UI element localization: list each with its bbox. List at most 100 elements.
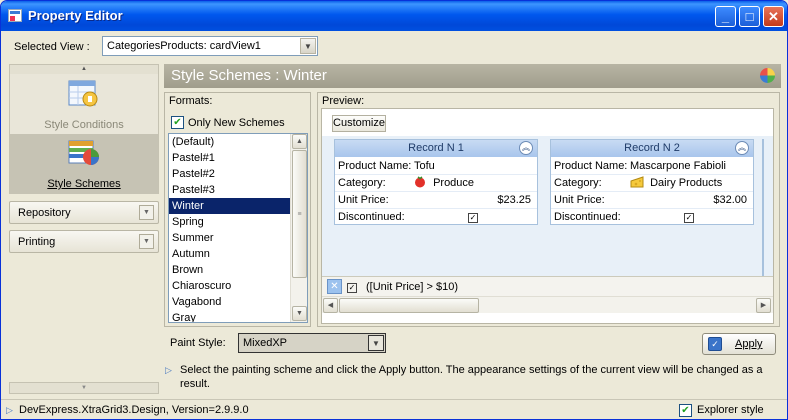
list-item[interactable]: Autumn bbox=[169, 246, 290, 262]
property-editor-window: Property Editor _ □ ✕ Selected View : Ca… bbox=[0, 0, 788, 420]
chevron-down-icon[interactable]: ▼ bbox=[300, 38, 316, 54]
hint-text: Select the painting scheme and click the… bbox=[180, 364, 763, 390]
paint-style-combo[interactable]: MixedXP ▼ bbox=[238, 333, 386, 353]
status-bar: ▷ DevExpress.XtraGrid3.Design, Version=2… bbox=[1, 399, 787, 419]
category-cell: Dairy Products bbox=[630, 175, 722, 191]
chevron-down-icon[interactable]: ▼ bbox=[368, 335, 384, 351]
selected-view-combo[interactable]: CategoriesProducts: cardView1 ▼ bbox=[102, 36, 318, 56]
formats-list[interactable]: (Default) Pastel#1 Pastel#2 Pastel#3 Win… bbox=[168, 133, 308, 323]
version-text: DevExpress.XtraGrid3.Design, Version=2.9… bbox=[19, 404, 249, 416]
palette-icon bbox=[760, 68, 775, 83]
filter-enable-checkbox[interactable]: ✓ bbox=[347, 281, 357, 293]
card-row: Unit Price: $32.00 bbox=[554, 192, 750, 208]
apply-button[interactable]: ✓ Apply bbox=[702, 333, 776, 355]
field-value: $32.00 bbox=[713, 194, 747, 206]
close-button[interactable]: ✕ bbox=[763, 6, 784, 27]
scroll-thumb[interactable] bbox=[339, 298, 479, 313]
nav-scroll-down-button[interactable]: ▼ bbox=[9, 382, 159, 394]
card-header: Record N 2 bbox=[551, 140, 753, 157]
card-view: Record N 1 ︽ Product Name: Tofu Category… bbox=[322, 136, 773, 276]
field-label: Product Name: bbox=[338, 160, 412, 172]
selected-view-label: Selected View : bbox=[14, 41, 90, 53]
card-record-2[interactable]: Record N 2 ︽ Product Name: Mascarpone Fa… bbox=[550, 139, 754, 225]
app-icon bbox=[8, 9, 22, 22]
field-label: Product Name: bbox=[554, 160, 628, 172]
preview-caption: Preview: bbox=[322, 95, 365, 107]
field-value: $23.25 bbox=[497, 194, 531, 206]
nav-group: ▲ Style Conditions Style Schemes bbox=[9, 64, 159, 194]
field-value: Tofu bbox=[414, 160, 435, 172]
paint-style-value: MixedXP bbox=[243, 337, 288, 349]
list-item[interactable]: Summer bbox=[169, 230, 290, 246]
customize-button[interactable]: Customize bbox=[332, 115, 386, 132]
group-label: Repository bbox=[18, 207, 71, 219]
list-item-selected[interactable]: Winter bbox=[169, 198, 290, 214]
list-item[interactable]: Brown bbox=[169, 262, 290, 278]
field-value: Dairy Products bbox=[650, 177, 723, 189]
list-item[interactable]: Pastel#3 bbox=[169, 182, 290, 198]
field-label: Category: bbox=[338, 177, 386, 189]
preview-area: Customize Record N 1 ︽ Product Name: Tof… bbox=[321, 108, 774, 324]
explorer-style-checkbox[interactable]: ✔ bbox=[679, 404, 692, 417]
formats-panel: Formats: ✔ Only New Schemes (Default) Pa… bbox=[164, 92, 311, 327]
discontinued-checkbox[interactable]: ✓ bbox=[468, 209, 478, 225]
apply-label: Apply bbox=[735, 338, 763, 350]
scroll-down-icon[interactable]: ▼ bbox=[292, 306, 307, 321]
card-row: Unit Price: $23.25 bbox=[338, 192, 534, 208]
filter-text: ([Unit Price] > $10) bbox=[366, 281, 459, 293]
card-edge bbox=[762, 139, 764, 276]
field-label: Category: bbox=[554, 177, 602, 189]
only-new-schemes-checkbox[interactable]: ✔ bbox=[171, 116, 184, 129]
tomato-icon bbox=[415, 176, 425, 188]
collapse-icon[interactable]: ︽ bbox=[519, 141, 533, 155]
list-item[interactable]: Chiaroscuro bbox=[169, 278, 290, 294]
field-label: Unit Price: bbox=[338, 194, 389, 206]
group-printing[interactable]: Printing ▼ bbox=[9, 230, 159, 253]
formats-scrollbar[interactable]: ▲ ≡ ▼ bbox=[290, 134, 307, 322]
scroll-thumb[interactable]: ≡ bbox=[292, 150, 307, 278]
minimize-button[interactable]: _ bbox=[715, 6, 736, 27]
nav-item-style-conditions[interactable]: Style Conditions bbox=[10, 74, 158, 134]
card-record-1[interactable]: Record N 1 ︽ Product Name: Tofu Category… bbox=[334, 139, 538, 225]
card-row: Discontinued: ✓ bbox=[554, 209, 750, 225]
category-cell: Produce bbox=[414, 175, 474, 191]
selected-view-value: CategoriesProducts: cardView1 bbox=[107, 40, 261, 52]
preview-hscrollbar[interactable]: ◀ ▶ bbox=[322, 296, 773, 313]
status-arrow-icon: ▷ bbox=[6, 405, 13, 415]
only-new-schemes-label: Only New Schemes bbox=[188, 117, 285, 129]
formats-caption: Formats: bbox=[169, 95, 213, 107]
list-item[interactable]: Gray bbox=[169, 310, 290, 322]
field-label: Unit Price: bbox=[554, 194, 605, 206]
nav-item-label: Style Conditions bbox=[44, 119, 124, 131]
collapse-icon[interactable]: ︽ bbox=[735, 141, 749, 155]
filter-panel: ✕ ✓ ([Unit Price] > $10) bbox=[322, 276, 773, 296]
field-value: Produce bbox=[433, 177, 475, 189]
list-item[interactable]: Spring bbox=[169, 214, 290, 230]
maximize-button[interactable]: □ bbox=[739, 6, 760, 27]
close-filter-icon[interactable]: ✕ bbox=[327, 279, 342, 294]
title-bar[interactable]: Property Editor _ □ ✕ bbox=[1, 1, 787, 31]
style-conditions-icon bbox=[68, 80, 98, 107]
scroll-left-icon[interactable]: ◀ bbox=[323, 298, 338, 313]
list-item[interactable]: Vagabond bbox=[169, 294, 290, 310]
scroll-up-icon[interactable]: ▲ bbox=[292, 134, 307, 149]
list-item[interactable]: Pastel#1 bbox=[169, 150, 290, 166]
discontinued-checkbox[interactable]: ✓ bbox=[684, 209, 694, 225]
list-item[interactable]: (Default) bbox=[169, 134, 290, 150]
nav-scroll-up-button[interactable]: ▲ bbox=[10, 65, 158, 74]
page-header: Style Schemes : Winter bbox=[164, 64, 781, 88]
style-schemes-icon bbox=[68, 140, 99, 165]
window-title: Property Editor bbox=[28, 8, 123, 23]
group-repository[interactable]: Repository ▼ bbox=[9, 201, 159, 224]
card-header: Record N 1 bbox=[335, 140, 537, 157]
list-item[interactable]: Pastel#2 bbox=[169, 166, 290, 182]
card-row: Product Name: Tofu bbox=[338, 158, 534, 174]
chevron-down-icon[interactable]: ▼ bbox=[139, 205, 154, 220]
chevron-down-icon[interactable]: ▼ bbox=[139, 234, 154, 249]
field-label: Discontinued: bbox=[554, 211, 621, 223]
card-row: Category: Dairy Products bbox=[554, 175, 750, 191]
scroll-right-icon[interactable]: ▶ bbox=[756, 298, 771, 313]
nav-item-style-schemes[interactable]: Style Schemes bbox=[10, 134, 158, 194]
group-label: Printing bbox=[18, 236, 56, 248]
explorer-style-label: Explorer style bbox=[697, 404, 764, 416]
